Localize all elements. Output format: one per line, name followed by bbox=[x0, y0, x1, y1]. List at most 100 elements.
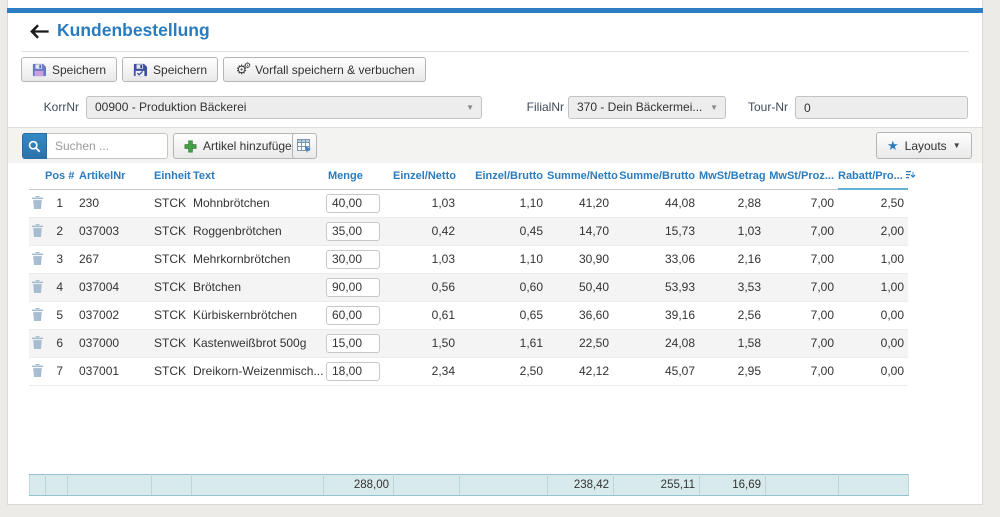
cell-text: Mehrkornbrötchen bbox=[191, 245, 323, 273]
cell-einzel_brutto: 1,10 bbox=[459, 245, 547, 273]
star-icon: ★ bbox=[887, 139, 899, 152]
delete-row-button[interactable] bbox=[32, 222, 43, 240]
article-row[interactable]: 2037003STCKRoggenbrötchen0,420,4514,7015… bbox=[29, 217, 908, 245]
delete-row-button[interactable] bbox=[32, 194, 43, 212]
sort-icon bbox=[906, 171, 916, 179]
column-header-mwst_proz[interactable]: MwSt/Proz... bbox=[765, 163, 838, 189]
column-header-pos[interactable]: Pos # bbox=[45, 163, 67, 189]
article-row[interactable]: 1230STCKMohnbrötchen1,031,1041,2044,082,… bbox=[29, 189, 908, 217]
cell-pos: 1 bbox=[45, 189, 67, 217]
menge-input[interactable] bbox=[326, 194, 380, 213]
menge-input[interactable] bbox=[326, 222, 380, 241]
totals-cell-summe_netto: 238,42 bbox=[548, 475, 614, 496]
totals-cell-einheit bbox=[152, 475, 192, 496]
top-accent-bar bbox=[7, 8, 983, 13]
cell-summe_brutto: 39,16 bbox=[613, 301, 699, 329]
cell-artikelnr: 267 bbox=[67, 245, 151, 273]
totals-cell-mwst_betrag: 16,69 bbox=[700, 475, 766, 496]
cell-einheit: STCK bbox=[151, 217, 191, 245]
totals-cell-mwst_proz bbox=[766, 475, 839, 496]
chevron-down-icon: ▼ bbox=[466, 97, 474, 118]
cell-artikelnr: 037002 bbox=[67, 301, 151, 329]
arrow-left-icon bbox=[29, 24, 49, 39]
column-header-mwst_betrag[interactable]: MwSt/Betrag bbox=[699, 163, 765, 189]
column-header-summe_netto[interactable]: Summe/Netto bbox=[547, 163, 613, 189]
cell-rabatt_proz: 0,00 bbox=[838, 329, 908, 357]
search-button[interactable] bbox=[22, 133, 47, 159]
save-and-post-label: Vorfall speichern & verbuchen bbox=[255, 63, 414, 77]
menge-input[interactable] bbox=[326, 362, 380, 381]
column-header-einzel_brutto[interactable]: Einzel/Brutto bbox=[459, 163, 547, 189]
cell-pos: 4 bbox=[45, 273, 67, 301]
totals-cell-del bbox=[30, 475, 46, 496]
search-input[interactable] bbox=[47, 133, 168, 159]
filialnr-label: FilialNr bbox=[476, 100, 564, 114]
cell-summe_brutto: 53,93 bbox=[613, 273, 699, 301]
cell-summe_brutto: 44,08 bbox=[613, 189, 699, 217]
menge-input[interactable] bbox=[326, 334, 380, 353]
column-header-menge[interactable]: Menge bbox=[323, 163, 393, 189]
trash-icon bbox=[32, 364, 43, 377]
cell-einzel_netto: 1,50 bbox=[393, 329, 459, 357]
back-button[interactable] bbox=[29, 24, 51, 40]
cell-mwst_betrag: 2,88 bbox=[699, 189, 765, 217]
delete-row-button[interactable] bbox=[32, 362, 43, 380]
cell-einzel_brutto: 0,65 bbox=[459, 301, 547, 329]
save-and-post-button[interactable]: ⚙⚙ Vorfall speichern & verbuchen bbox=[223, 57, 425, 82]
menge-input[interactable] bbox=[326, 278, 380, 297]
cell-rabatt_proz: 1,00 bbox=[838, 245, 908, 273]
cell-rabatt_proz: 1,00 bbox=[838, 273, 908, 301]
cell-mwst_proz: 7,00 bbox=[765, 273, 838, 301]
cell-einzel_brutto: 1,61 bbox=[459, 329, 547, 357]
column-header-artikelnr[interactable]: ArtikelNr bbox=[67, 163, 151, 189]
column-header-text[interactable]: Text bbox=[191, 163, 323, 189]
search-icon bbox=[28, 140, 41, 153]
delete-row-button[interactable] bbox=[32, 306, 43, 324]
article-row[interactable]: 3267STCKMehrkornbrötchen1,031,1030,9033,… bbox=[29, 245, 908, 273]
tournr-input[interactable] bbox=[795, 96, 968, 119]
article-row[interactable]: 6037000STCKKastenweißbrot 500g1,501,6122… bbox=[29, 329, 908, 357]
cell-summe_netto: 14,70 bbox=[547, 217, 613, 245]
column-header-einheit[interactable]: Einheit bbox=[151, 163, 191, 189]
cell-mwst_betrag: 2,95 bbox=[699, 357, 765, 385]
plus-icon bbox=[184, 140, 197, 153]
totals-cell-einzel_netto bbox=[394, 475, 460, 496]
trash-icon bbox=[32, 280, 43, 293]
main-window: Kundenbestellung Speichern Speichern ⚙⚙ bbox=[7, 0, 983, 505]
cell-text: Mohnbrötchen bbox=[191, 189, 323, 217]
save-button[interactable]: Speichern bbox=[21, 57, 117, 82]
article-row[interactable]: 4037004STCKBrötchen0,560,6050,4053,933,5… bbox=[29, 273, 908, 301]
delete-row-button[interactable] bbox=[32, 278, 43, 296]
cell-summe_netto: 41,20 bbox=[547, 189, 613, 217]
add-article-button[interactable]: Artikel hinzufügen bbox=[173, 133, 309, 159]
cell-pos: 6 bbox=[45, 329, 67, 357]
cell-rabatt_proz: 0,00 bbox=[838, 357, 908, 385]
save-alt-button[interactable]: Speichern bbox=[122, 57, 218, 82]
cell-einzel_brutto: 1,10 bbox=[459, 189, 547, 217]
delete-row-button[interactable] bbox=[32, 250, 43, 268]
cell-summe_netto: 36,60 bbox=[547, 301, 613, 329]
save-alt-button-label: Speichern bbox=[153, 63, 207, 77]
column-header-rabatt_proz[interactable]: Rabatt/Pro... bbox=[838, 163, 908, 189]
layouts-button[interactable]: ★ Layouts ▼ bbox=[876, 132, 972, 159]
column-header-summe_brutto[interactable]: Summe/Brutto bbox=[613, 163, 699, 189]
korrnr-select[interactable]: 00900 - Produktion Bäckerei ▼ bbox=[86, 96, 482, 119]
cell-einzel_netto: 1,03 bbox=[393, 189, 459, 217]
menge-input[interactable] bbox=[326, 306, 380, 325]
article-row[interactable]: 7037001STCKDreikorn-Weizenmisch...2,342,… bbox=[29, 357, 908, 385]
menge-input[interactable] bbox=[326, 250, 380, 269]
table-options-button[interactable] bbox=[292, 133, 317, 159]
cell-pos: 3 bbox=[45, 245, 67, 273]
save-button-label: Speichern bbox=[52, 63, 106, 77]
cell-artikelnr: 230 bbox=[67, 189, 151, 217]
cell-summe_brutto: 24,08 bbox=[613, 329, 699, 357]
delete-row-button[interactable] bbox=[32, 334, 43, 352]
cell-summe_netto: 30,90 bbox=[547, 245, 613, 273]
column-header-einzel_netto[interactable]: Einzel/Netto bbox=[393, 163, 459, 189]
cell-summe_netto: 22,50 bbox=[547, 329, 613, 357]
article-row[interactable]: 5037002STCKKürbiskernbrötchen0,610,6536,… bbox=[29, 301, 908, 329]
trash-icon bbox=[32, 308, 43, 321]
search-group bbox=[22, 133, 168, 159]
cell-summe_netto: 42,12 bbox=[547, 357, 613, 385]
cell-einheit: STCK bbox=[151, 245, 191, 273]
